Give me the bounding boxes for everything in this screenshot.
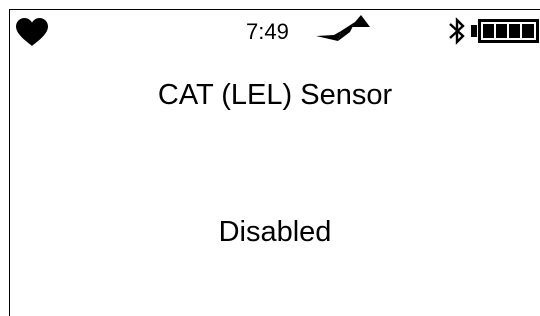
battery-icon (471, 19, 539, 43)
sensor-status: Disabled (218, 216, 332, 248)
screen-border-left (9, 9, 10, 316)
sensor-title: CAT (LEL) Sensor (157, 79, 393, 111)
device-screen: 7:49 CAT (LEL) Sensor Disabled (0, 0, 540, 316)
status-time: 7:49 (246, 19, 289, 44)
status-bar: 7:49 (10, 10, 540, 54)
signal-icon (316, 15, 370, 41)
heart-icon (16, 18, 48, 46)
bluetooth-icon (449, 17, 465, 45)
